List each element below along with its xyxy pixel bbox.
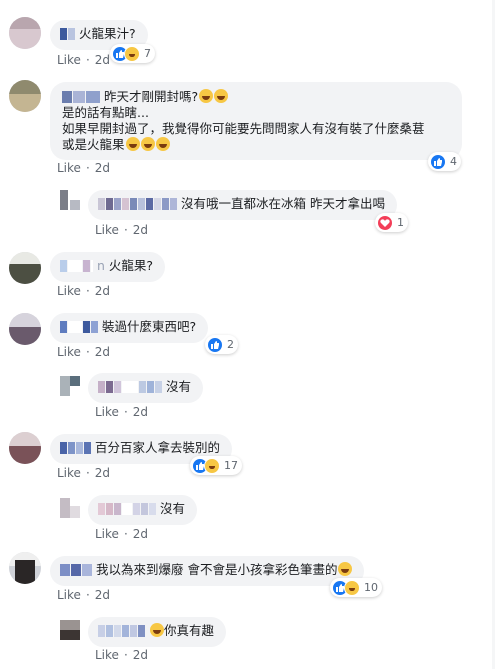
laughing-emoji-icon: [155, 137, 170, 151]
like-link[interactable]: Like: [57, 161, 81, 175]
like-link[interactable]: Like: [57, 284, 81, 298]
reaction-count: 4: [450, 155, 457, 168]
avatar[interactable]: [60, 620, 80, 640]
comment-bubble: 裝過什麼東西吧?: [50, 313, 209, 343]
comment-meta: Like · 2d: [57, 345, 111, 359]
avatar[interactable]: [9, 252, 41, 284]
avatar[interactable]: [9, 432, 41, 464]
like-link[interactable]: Like: [95, 223, 119, 237]
like-link[interactable]: Like: [57, 588, 81, 602]
commenter-name-blurred[interactable]: [60, 321, 99, 334]
reaction-summary[interactable]: 4: [428, 152, 461, 171]
like-link[interactable]: Like: [57, 345, 81, 359]
timestamp[interactable]: 2d: [95, 466, 110, 480]
reaction-count: 17: [224, 459, 238, 472]
reaction-summary[interactable]: 2: [205, 335, 238, 354]
avatar[interactable]: [9, 313, 41, 345]
avatar[interactable]: [60, 376, 80, 396]
comment-text-line-3: 如果早開封過了，我覺得你可能要先問問家人有沒有裝了什麼桑葚: [62, 121, 425, 136]
timestamp[interactable]: 2d: [95, 161, 110, 175]
commenter-name-blurred[interactable]: [60, 28, 76, 41]
timestamp[interactable]: 2d: [95, 345, 110, 359]
like-reaction-icon: [430, 153, 446, 170]
comment-bubble: 昨天才剛開封嗎? 是的話有點瞎... 如果早開封過了，我覺得你可能要先問問家人有…: [50, 82, 462, 160]
comment-bubble: 你真有趣: [88, 617, 227, 647]
commenter-name-blurred[interactable]: [62, 91, 101, 104]
laughing-emoji-icon: [140, 137, 155, 151]
comment-text: 火龍果汁?: [79, 26, 136, 41]
reaction-count: 10: [364, 581, 378, 594]
like-reaction-icon: [207, 336, 223, 353]
avatar[interactable]: [60, 190, 80, 210]
blur-letter: n: [97, 258, 105, 273]
comment-meta: Like · 2d: [57, 161, 111, 175]
thinking-emoji-icon: [199, 89, 214, 103]
like-link[interactable]: Like: [95, 648, 119, 662]
avatar[interactable]: [9, 80, 41, 112]
timestamp[interactable]: 2d: [133, 527, 148, 541]
timestamp[interactable]: 2d: [133, 223, 148, 237]
timestamp[interactable]: 2d: [95, 53, 110, 67]
laughing-emoji-icon: [125, 137, 140, 151]
commenter-name-blurred[interactable]: [98, 503, 157, 516]
reaction-summary[interactable]: 10: [330, 578, 382, 597]
comment-text-line-4: 或是火龍果: [62, 137, 125, 152]
comment-meta: Like · 2d: [95, 527, 149, 541]
commenter-name-blurred[interactable]: [60, 564, 93, 577]
comment-bubble: n 火龍果?: [50, 252, 166, 282]
comment-text: 火龍果?: [108, 258, 154, 273]
comment-text: 我以為來到爆廢 會不會是小孩拿彩色筆畫的: [96, 562, 338, 577]
comment-meta: Like · 2d: [95, 648, 149, 662]
commenter-name-blurred[interactable]: [60, 260, 94, 273]
heart-reaction-icon: [377, 214, 393, 231]
timestamp[interactable]: 2d: [133, 405, 148, 419]
timestamp[interactable]: 2d: [133, 648, 148, 662]
avatar[interactable]: [60, 498, 80, 518]
reaction-summary[interactable]: 7: [110, 44, 155, 63]
commenter-name-blurred[interactable]: [98, 198, 178, 211]
haha-reaction-icon: [124, 45, 140, 62]
timestamp[interactable]: 2d: [95, 284, 110, 298]
comment-bubble: 沒有: [88, 495, 198, 525]
reaction-count: 2: [227, 338, 234, 351]
comment-bubble: 沒有哦一直都冰在冰箱 昨天才拿出喝: [88, 190, 397, 220]
comment-text: 沒有哦一直都冰在冰箱 昨天才拿出喝: [181, 196, 385, 211]
comment-meta: Like · 2d: [95, 223, 149, 237]
like-link[interactable]: Like: [95, 527, 119, 541]
comment-meta: Like · 2d: [57, 466, 111, 480]
comment-text-line-2: 是的話有點瞎...: [62, 105, 149, 120]
comment-text: 你真有趣: [164, 623, 215, 638]
comment-meta: Like · 2d: [57, 588, 111, 602]
comment-text-line-1: 昨天才剛開封嗎?: [104, 89, 199, 104]
comment-meta: Like · 2d: [95, 405, 149, 419]
like-link[interactable]: Like: [95, 405, 119, 419]
thinking-emoji-icon: [214, 89, 229, 103]
rofl-emoji-icon: [150, 623, 164, 637]
commenter-name-blurred[interactable]: [98, 625, 146, 638]
avatar[interactable]: [9, 17, 41, 49]
commenter-name-blurred[interactable]: [60, 442, 92, 455]
haha-reaction-icon: [204, 457, 220, 474]
comment-meta: Like · 2d: [57, 284, 111, 298]
comment-text: 裝過什麼東西吧?: [102, 319, 197, 334]
comment-bubble: 我以為來到爆廢 會不會是小孩拿彩色筆畫的: [50, 556, 365, 586]
reaction-summary[interactable]: 1: [375, 213, 408, 232]
haha-reaction-icon: [344, 579, 360, 596]
reaction-count: 1: [397, 216, 404, 229]
comment-text: 百分百家人拿去裝別的: [95, 440, 221, 455]
commenter-name-blurred[interactable]: [98, 381, 163, 394]
comment-bubble: 沒有: [88, 373, 204, 403]
comment-meta: Like · 2d: [57, 53, 111, 67]
reaction-summary[interactable]: 17: [190, 456, 242, 475]
avatar[interactable]: [9, 552, 41, 584]
comment-text: 沒有: [160, 501, 186, 516]
comment-text: 沒有: [166, 379, 192, 394]
laughing-emoji-icon: [338, 562, 353, 576]
reaction-count: 7: [144, 47, 151, 60]
like-link[interactable]: Like: [57, 466, 81, 480]
like-link[interactable]: Like: [57, 53, 81, 67]
timestamp[interactable]: 2d: [95, 588, 110, 602]
